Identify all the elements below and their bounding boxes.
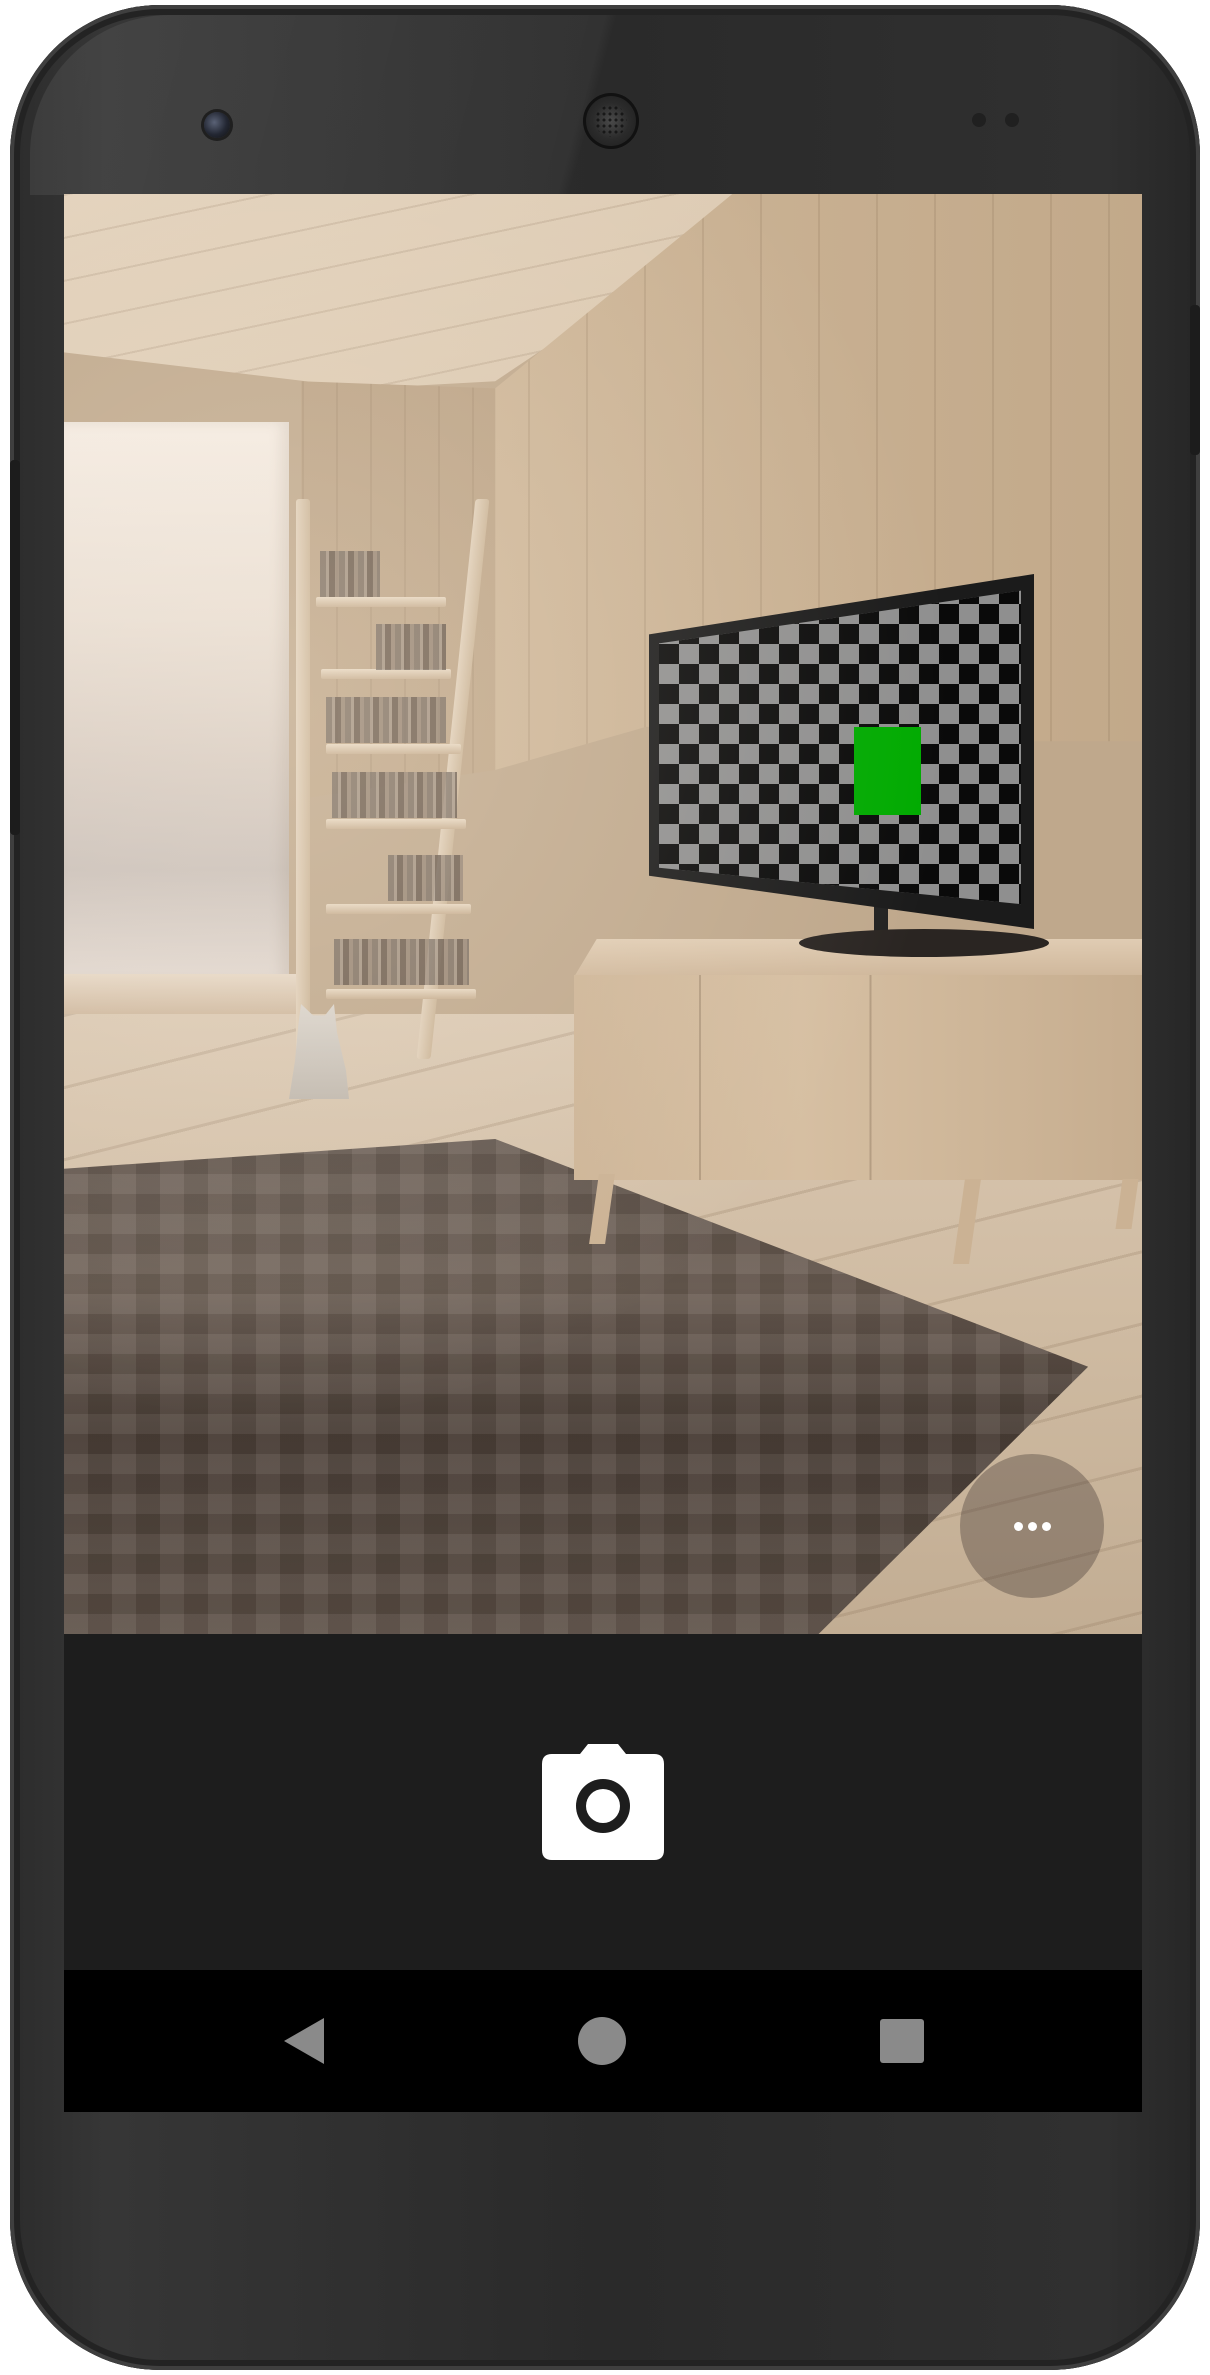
camera-icon bbox=[542, 1744, 664, 1860]
home-circle-icon bbox=[578, 2017, 626, 2065]
overflow-menu-button[interactable] bbox=[960, 1454, 1104, 1598]
back-triangle-icon bbox=[284, 2018, 324, 2064]
nav-recents-button[interactable] bbox=[867, 2006, 937, 2076]
viewfinder-tv bbox=[649, 574, 1049, 957]
light-sensor bbox=[1005, 113, 1019, 127]
shutter-button[interactable] bbox=[542, 1744, 664, 1860]
more-horizontal-icon bbox=[1013, 1521, 1051, 1531]
tv-green-marker bbox=[854, 727, 921, 815]
nav-home-button[interactable] bbox=[567, 2006, 637, 2076]
nav-back-button[interactable] bbox=[269, 2006, 339, 2076]
front-camera-icon bbox=[204, 112, 230, 138]
navigation-bar bbox=[64, 1970, 1142, 2112]
viewfinder-tv-stand bbox=[574, 939, 1142, 1264]
proximity-sensor bbox=[972, 113, 986, 127]
volume-button bbox=[10, 460, 20, 835]
power-button bbox=[1190, 305, 1200, 455]
viewfinder-bookshelf bbox=[296, 499, 496, 1059]
viewfinder-window-sill bbox=[64, 974, 304, 1016]
recents-square-icon bbox=[880, 2019, 924, 2063]
earpiece-speaker-icon bbox=[583, 93, 639, 149]
camera-viewfinder[interactable] bbox=[64, 194, 1142, 1634]
viewfinder-window bbox=[64, 422, 289, 982]
camera-controls-bar bbox=[64, 1634, 1142, 1970]
